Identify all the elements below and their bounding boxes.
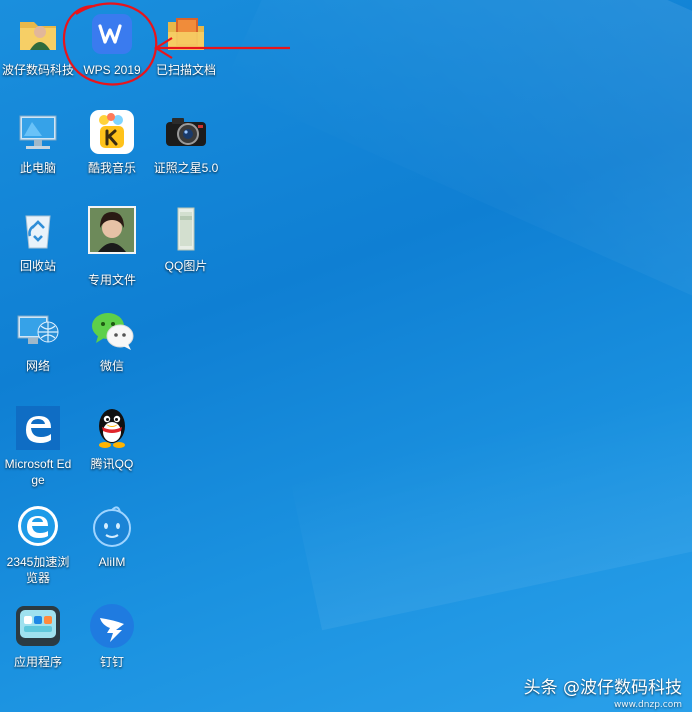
desktop-icon-scanned-docs[interactable]: 已扫描文档: [148, 10, 224, 78]
computer-icon: [14, 108, 62, 156]
desktop-icon-qq-pictures[interactable]: QQ图片: [148, 206, 224, 274]
desktop-icon-wps[interactable]: WPS 2019: [74, 10, 150, 78]
scanned-folder-icon: [162, 10, 210, 58]
icon-label: AliIM: [98, 555, 126, 569]
camera-icon: [162, 108, 210, 156]
user-folder-icon: [14, 10, 62, 58]
icon-label: 波仔数码科技: [2, 63, 75, 77]
network-icon: [14, 306, 62, 354]
icon-label: 2345加速浏览器: [6, 555, 70, 585]
icon-label: 腾讯QQ: [90, 457, 134, 471]
icon-label: WPS 2019: [83, 63, 141, 77]
icon-label: 证照之星5.0: [153, 161, 219, 175]
watermark-text: 头条 @波仔数码科技: [523, 678, 682, 698]
desktop-icon-tencent-qq[interactable]: 腾讯QQ: [74, 404, 150, 472]
image-file-icon: [162, 206, 210, 254]
desktop-icon-wechat[interactable]: 微信: [74, 306, 150, 374]
app-folder-icon: [14, 602, 62, 650]
desktop-icon-edge[interactable]: Microsoft Edge: [0, 404, 76, 488]
ie-browser-icon: [14, 502, 62, 550]
desktop-icon-2345-browser[interactable]: 2345加速浏览器: [0, 502, 76, 586]
desktop-icon-dingtalk[interactable]: 钉钉: [74, 602, 150, 670]
desktop-icon-id-photo[interactable]: 证照之星5.0: [148, 108, 224, 176]
wps-icon: [88, 10, 136, 58]
desktop-icon-network[interactable]: 网络: [0, 306, 76, 374]
icon-label: QQ图片: [164, 259, 208, 273]
icon-label: 专用文件: [87, 273, 136, 287]
qq-penguin-icon: [88, 404, 136, 452]
icon-label: Microsoft Edge: [4, 457, 72, 487]
icon-label: 微信: [99, 359, 124, 373]
icon-label: 酷我音乐: [87, 161, 136, 175]
wechat-icon: [88, 306, 136, 354]
desktop-icon-aliim[interactable]: AliIM: [74, 502, 150, 570]
kuwo-music-icon: [88, 108, 136, 156]
recycle-bin-icon: [14, 206, 62, 254]
icon-label: 网络: [25, 359, 50, 373]
icon-label: 应用程序: [13, 655, 62, 669]
edge-icon: [14, 404, 62, 452]
icon-label: 此电脑: [19, 161, 56, 175]
desktop-icon-applications[interactable]: 应用程序: [0, 602, 76, 670]
photo-file-icon: [88, 206, 136, 254]
desktop-icon-user-folder[interactable]: 波仔数码科技: [0, 10, 76, 78]
watermark: 头条 @波仔数码科技 www.dnzp.com: [523, 673, 682, 710]
aliim-icon: [88, 502, 136, 550]
desktop-icon-recycle-bin[interactable]: 回收站: [0, 206, 76, 274]
icon-label: 钉钉: [99, 655, 124, 669]
desktop-icon-this-pc[interactable]: 此电脑: [0, 108, 76, 176]
icon-label: 已扫描文档: [155, 63, 216, 77]
desktop-icon-private-files[interactable]: 专用文件: [74, 206, 150, 288]
watermark-url: www.dnzp.com: [613, 700, 682, 710]
icon-label: 回收站: [19, 259, 56, 273]
dingtalk-icon: [88, 602, 136, 650]
desktop-icon-kuwo[interactable]: 酷我音乐: [74, 108, 150, 176]
